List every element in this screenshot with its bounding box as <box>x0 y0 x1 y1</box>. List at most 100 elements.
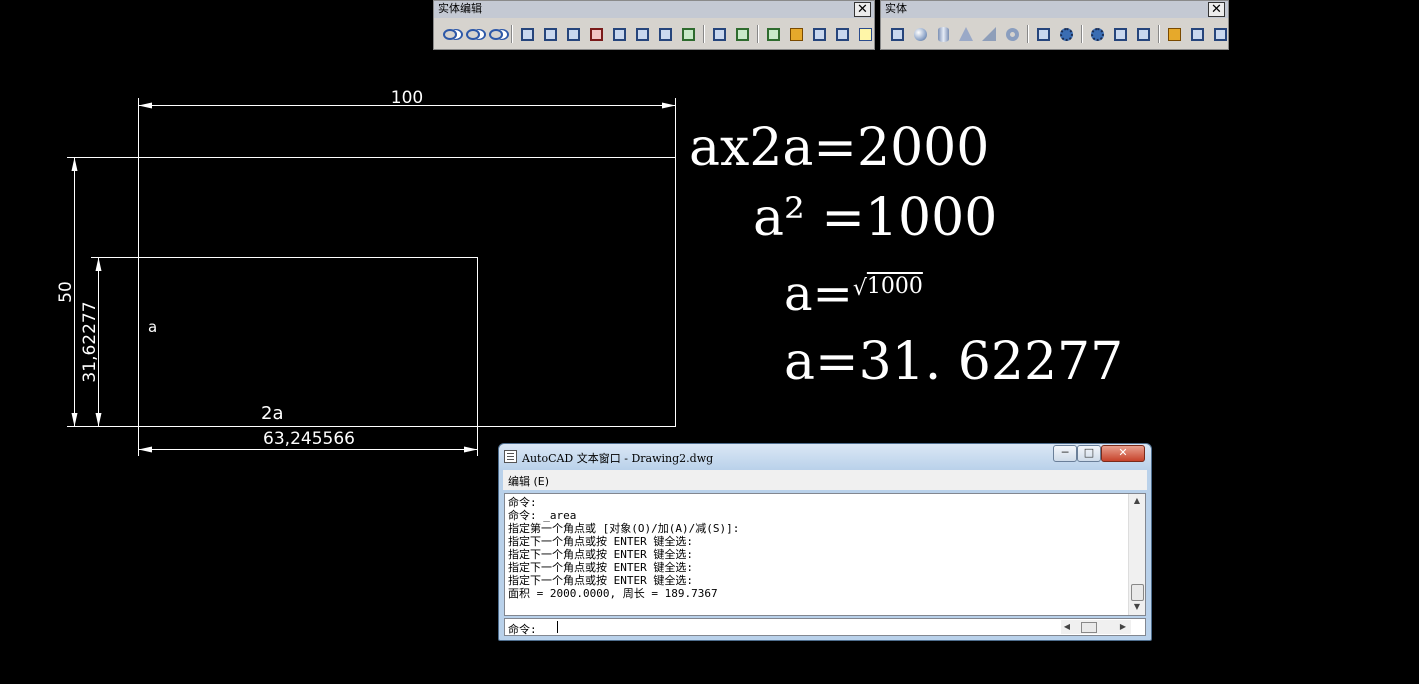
toolbar-separator <box>511 25 513 43</box>
menu-edit[interactable]: 编辑 (E) <box>508 473 549 489</box>
arrow-bottom-right <box>464 446 478 453</box>
union-button[interactable] <box>440 24 460 44</box>
shell-button[interactable] <box>832 24 852 44</box>
delete-faces-icon <box>589 27 603 41</box>
color-faces-icon <box>681 27 695 41</box>
extrude-button[interactable] <box>1033 24 1053 44</box>
color-edges-icon <box>735 27 749 41</box>
equation-2: a² =1000 <box>753 188 998 248</box>
copy-faces-button[interactable] <box>655 24 675 44</box>
color-faces-button[interactable] <box>678 24 698 44</box>
solid-buttons <box>887 22 1233 46</box>
maximize-button[interactable]: □ <box>1077 445 1101 462</box>
scroll-thumb[interactable] <box>1081 622 1097 633</box>
text-caret <box>557 621 558 633</box>
label-a: a <box>148 318 157 336</box>
scroll-left-icon[interactable]: ◀ <box>1061 620 1073 634</box>
menu-bar: 编辑 (E) <box>503 470 1147 490</box>
arrow-bottom-left <box>138 446 152 453</box>
history-line: 指定下一个角点或按 ENTER 键全选: <box>508 548 693 561</box>
separate-icon <box>812 27 826 41</box>
label-2a: 2a <box>261 403 283 424</box>
text-window-titlebar[interactable]: AutoCAD 文本窗口 - Drawing2.dwg ─ □ ✕ <box>499 444 1151 470</box>
close-button[interactable]: ✕ <box>1101 445 1145 462</box>
move-faces-button[interactable] <box>540 24 560 44</box>
cylinder-icon <box>937 26 949 42</box>
sphere-icon <box>913 27 927 41</box>
shell-icon <box>835 27 849 41</box>
toolbar-separator <box>1158 25 1160 43</box>
subtract-button[interactable] <box>463 24 483 44</box>
scroll-thumb[interactable] <box>1131 584 1144 601</box>
setup-profile-icon <box>1213 27 1227 41</box>
scroll-up-icon[interactable]: ▲ <box>1129 494 1145 508</box>
setup-view-button[interactable] <box>1187 24 1207 44</box>
toolbar-separator <box>757 25 759 43</box>
intersect-button[interactable] <box>486 24 506 44</box>
interfere-button[interactable] <box>1133 24 1153 44</box>
scroll-right-icon[interactable]: ▶ <box>1117 620 1129 634</box>
close-icon[interactable]: ✕ <box>854 2 871 17</box>
extrude-faces-button[interactable] <box>517 24 537 44</box>
union-icon <box>443 28 457 40</box>
setup-view-icon <box>1190 27 1204 41</box>
offset-faces-button[interactable] <box>563 24 583 44</box>
text-window-title: AutoCAD 文本窗口 - Drawing2.dwg <box>522 452 714 465</box>
color-edges-button[interactable] <box>732 24 752 44</box>
taper-faces-button[interactable] <box>632 24 652 44</box>
setup-drawing-button[interactable] <box>1164 24 1184 44</box>
close-icon[interactable]: ✕ <box>1208 2 1225 17</box>
arrow-left-inner-top <box>95 257 102 271</box>
arrow-left-outer-bottom <box>71 413 78 427</box>
rotate-faces-button[interactable] <box>609 24 629 44</box>
toolbar-separator <box>1027 25 1029 43</box>
clean-button[interactable] <box>786 24 806 44</box>
vertical-scrollbar[interactable]: ▲ ▼ <box>1128 494 1145 615</box>
copy-edges-button[interactable] <box>709 24 729 44</box>
clean-icon <box>789 27 803 41</box>
separate-button[interactable] <box>809 24 829 44</box>
equation-3-prefix: a= <box>784 266 853 322</box>
setup-drawing-icon <box>1167 27 1181 41</box>
toolbar-title[interactable]: 实体编辑 <box>434 1 874 18</box>
inner-rectangle <box>138 257 478 427</box>
intersect-icon <box>489 28 503 40</box>
setup-profile-button[interactable] <box>1210 24 1230 44</box>
slice-button[interactable] <box>1087 24 1107 44</box>
wedge-button[interactable] <box>979 24 999 44</box>
command-input[interactable]: 命令: ◀ ▶ <box>504 618 1146 636</box>
check-button[interactable] <box>855 24 875 44</box>
toolbar-title[interactable]: 实体 <box>881 1 1228 18</box>
history-line: 指定下一个角点或按 ENTER 键全选: <box>508 561 693 574</box>
equation-1: ax2a=2000 <box>689 118 990 178</box>
sphere-button[interactable] <box>910 24 930 44</box>
imprint-button[interactable] <box>763 24 783 44</box>
torus-icon <box>1005 27 1019 41</box>
imprint-icon <box>766 27 780 41</box>
section-button[interactable] <box>1110 24 1130 44</box>
minimize-button[interactable]: ─ <box>1053 445 1077 462</box>
delete-faces-button[interactable] <box>586 24 606 44</box>
radicand: 1000 <box>866 274 923 299</box>
history-line: 指定下一个角点或按 ENTER 键全选: <box>508 574 693 587</box>
arrow-left-inner-bottom <box>95 413 102 427</box>
horizontal-scrollbar[interactable]: ◀ ▶ <box>1061 620 1131 634</box>
revolve-button[interactable] <box>1056 24 1076 44</box>
sqrt-symbol: √ <box>852 276 867 301</box>
dim-left-outer-label: 50 <box>56 281 76 303</box>
torus-button[interactable] <box>1002 24 1022 44</box>
arrow-left-outer-top <box>71 157 78 171</box>
history-line: 命令: <box>508 496 537 509</box>
scroll-down-icon[interactable]: ▼ <box>1129 600 1145 614</box>
extrude-icon <box>1036 27 1050 41</box>
cone-button[interactable] <box>956 24 976 44</box>
text-window: AutoCAD 文本窗口 - Drawing2.dwg ─ □ ✕ 编辑 (E)… <box>498 443 1152 641</box>
cylinder-button[interactable] <box>933 24 953 44</box>
wedge-icon <box>982 27 996 41</box>
taper-faces-icon <box>635 27 649 41</box>
command-history[interactable]: 命令: 命令: _area 指定第一个角点或 [对象(O)/加(A)/减(S)]: 指… <box>504 493 1146 616</box>
cone-icon <box>959 27 973 41</box>
box-icon <box>890 27 904 41</box>
check-icon <box>858 27 872 41</box>
box-button[interactable] <box>887 24 907 44</box>
